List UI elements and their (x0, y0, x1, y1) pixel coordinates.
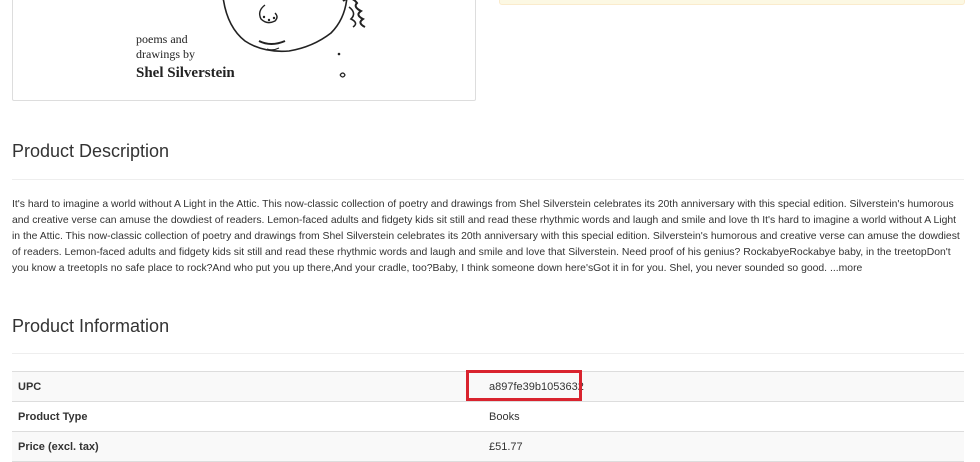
table-row-product-type: Product Type Books (12, 401, 964, 432)
cover-illustration (222, 0, 366, 78)
cover-author: Shel Silverstein (136, 65, 235, 81)
cover-title-text: poems and drawings by Shel Silverstein (136, 32, 235, 83)
price-excl-tax-label: Price (excl. tax) (12, 431, 476, 462)
upc-value: a897fe39b1053632 (476, 371, 964, 402)
product-information-table: UPC a897fe39b1053632 Product Type Books … (12, 371, 964, 462)
cover-line-1: poems and (136, 32, 188, 46)
table-row-upc: UPC a897fe39b1053632 (12, 371, 964, 402)
product-type-value: Books (476, 401, 964, 432)
price-excl-tax-value: £51.77 (476, 431, 964, 462)
availability-alert (499, 0, 965, 5)
product-description-text: It's hard to imagine a world without A L… (12, 197, 965, 277)
upc-label: UPC (12, 371, 476, 402)
table-row-price-excl-tax: Price (excl. tax) £51.77 (12, 431, 964, 462)
description-body: It's hard to imagine a world without A L… (12, 199, 960, 274)
book-cover-thumbnail[interactable]: poems and drawings by Shel Silverstein (12, 0, 476, 101)
cover-line-2: drawings by (136, 47, 195, 61)
product-type-label: Product Type (12, 401, 476, 432)
more-link[interactable]: ...more (830, 263, 862, 274)
product-information-heading: Product Information (12, 316, 964, 354)
product-description-heading: Product Description (12, 141, 964, 180)
